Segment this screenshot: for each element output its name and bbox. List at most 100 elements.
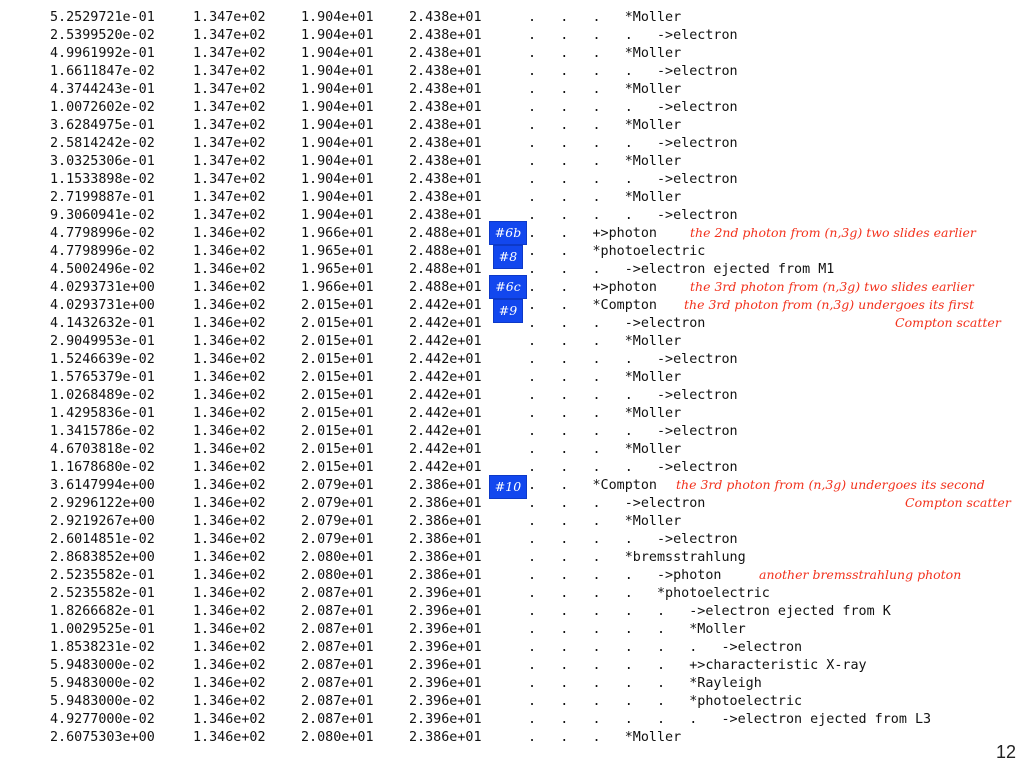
position-y-value: 1.904e+01 [301, 136, 374, 151]
interaction-tree-text: . . . *Moller [528, 46, 682, 61]
table-row: 3.6284975e-01 1.347e+02 1.904e+01 2.438e+01… [0, 117, 1024, 135]
position-y-value: 1.965e+01 [301, 262, 374, 277]
interaction-tree-text: . . . . ->electron [528, 64, 738, 79]
position-x-value: 1.346e+02 [193, 352, 266, 367]
energy-value: 4.1432632e-01 [50, 316, 155, 331]
table-row: 2.9219267e+00 1.346e+02 2.079e+01 2.386e+01… [0, 513, 1024, 531]
position-x-value: 1.347e+02 [193, 82, 266, 97]
table-row: 2.5235582e-01 1.346e+02 2.087e+01 2.396e+01… [0, 585, 1024, 603]
energy-value: 1.1678680e-02 [50, 460, 155, 475]
position-x-value: 1.346e+02 [193, 424, 266, 439]
position-z-value: 2.442e+01 [409, 460, 482, 475]
position-z-value: 2.438e+01 [409, 136, 482, 151]
position-x-value: 1.346e+02 [193, 460, 266, 475]
position-y-value: 2.079e+01 [301, 514, 374, 529]
table-row: 4.9277000e-02 1.346e+02 2.087e+01 2.396e+01… [0, 711, 1024, 729]
position-x-value: 1.346e+02 [193, 334, 266, 349]
energy-value: 2.5235582e-01 [50, 586, 155, 601]
interaction-tree-text: . . . . *photoelectric [528, 586, 770, 601]
table-row: 2.8683852e+00 1.346e+02 2.080e+01 2.386e+01… [0, 549, 1024, 567]
position-y-value: 2.087e+01 [301, 712, 374, 727]
position-y-value: 1.904e+01 [301, 100, 374, 115]
position-y-value: 2.015e+01 [301, 352, 374, 367]
interaction-tree-text: . . . ->electron [528, 316, 706, 331]
position-x-value: 1.346e+02 [193, 694, 266, 709]
position-x-value: 1.346e+02 [193, 568, 266, 583]
annotation-note: Compton scatter [895, 315, 1001, 330]
annotation-note: the 3rd photon from (n,3g) two slides ea… [690, 279, 974, 294]
position-z-value: 2.386e+01 [409, 532, 482, 547]
position-z-value: 2.442e+01 [409, 442, 482, 457]
position-z-value: 2.438e+01 [409, 190, 482, 205]
position-x-value: 1.346e+02 [193, 262, 266, 277]
position-z-value: 2.396e+01 [409, 586, 482, 601]
position-y-value: 2.015e+01 [301, 334, 374, 349]
table-row: 1.0072602e-02 1.347e+02 1.904e+01 2.438e+01… [0, 99, 1024, 117]
table-row: 5.9483000e-02 1.346e+02 2.087e+01 2.396e+01… [0, 657, 1024, 675]
energy-value: 1.0268489e-02 [50, 388, 155, 403]
interaction-tree-text: . . . . . *Rayleigh [528, 676, 762, 691]
position-x-value: 1.347e+02 [193, 208, 266, 223]
position-y-value: 2.087e+01 [301, 640, 374, 655]
position-y-value: 2.087e+01 [301, 604, 374, 619]
interaction-tree-text: . . . *Moller [528, 442, 682, 457]
position-x-value: 1.346e+02 [193, 280, 266, 295]
position-z-value: 2.396e+01 [409, 694, 482, 709]
interaction-tree-text: . . . . ->photon [528, 568, 722, 583]
interaction-tree-text: . . . *Moller [528, 10, 682, 25]
position-x-value: 1.346e+02 [193, 298, 266, 313]
position-x-value: 1.346e+02 [193, 496, 266, 511]
table-row: 2.6014851e-02 1.346e+02 2.079e+01 2.386e+01… [0, 531, 1024, 549]
position-z-value: 2.438e+01 [409, 208, 482, 223]
interaction-tree-text: . . . *Moller [528, 334, 682, 349]
table-row: 4.6703818e-02 1.346e+02 2.015e+01 2.442e+01… [0, 441, 1024, 459]
interaction-tree-text: . . . . . *photoelectric [528, 694, 803, 709]
energy-value: 1.6611847e-02 [50, 64, 155, 79]
position-x-value: 1.346e+02 [193, 532, 266, 547]
table-row: 5.9483000e-02 1.346e+02 2.087e+01 2.396e+01… [0, 675, 1024, 693]
position-y-value: 2.079e+01 [301, 496, 374, 511]
table-row: 1.0268489e-02 1.346e+02 2.015e+01 2.442e+01… [0, 387, 1024, 405]
position-y-value: 1.965e+01 [301, 244, 374, 259]
position-z-value: 2.396e+01 [409, 658, 482, 673]
table-row: 3.0325306e-01 1.347e+02 1.904e+01 2.438e+01… [0, 153, 1024, 171]
position-z-value: 2.438e+01 [409, 64, 482, 79]
step-badge: #6c [490, 276, 526, 298]
energy-value: 2.6014851e-02 [50, 532, 155, 547]
table-row: 1.1533898e-02 1.347e+02 1.904e+01 2.438e+01… [0, 171, 1024, 189]
position-z-value: 2.396e+01 [409, 640, 482, 655]
position-y-value: 2.015e+01 [301, 460, 374, 475]
energy-value: 2.9049953e-01 [50, 334, 155, 349]
annotation-note: the 3rd photon from (n,3g) undergoes its… [684, 297, 975, 312]
table-row: 2.7199887e-01 1.347e+02 1.904e+01 2.438e+01… [0, 189, 1024, 207]
position-x-value: 1.347e+02 [193, 100, 266, 115]
position-x-value: 1.346e+02 [193, 226, 266, 241]
position-z-value: 2.442e+01 [409, 334, 482, 349]
table-row: 1.1678680e-02 1.346e+02 2.015e+01 2.442e+01… [0, 459, 1024, 477]
energy-value: 2.5235582e-01 [50, 568, 155, 583]
position-z-value: 2.442e+01 [409, 424, 482, 439]
interaction-tree-text: . . . *Moller [528, 730, 682, 745]
energy-value: 4.7798996e-02 [50, 226, 155, 241]
energy-value: 4.7798996e-02 [50, 244, 155, 259]
energy-value: 2.9296122e+00 [50, 496, 155, 511]
page-number: 12 [995, 742, 1016, 762]
interaction-tree-text: . . . . ->electron [528, 100, 738, 115]
position-z-value: 2.438e+01 [409, 10, 482, 25]
energy-value: 2.8683852e+00 [50, 550, 155, 565]
energy-value: 2.9219267e+00 [50, 514, 155, 529]
position-x-value: 1.347e+02 [193, 154, 266, 169]
position-z-value: 2.488e+01 [409, 262, 482, 277]
position-x-value: 1.347e+02 [193, 10, 266, 25]
interaction-tree-text: . . . . . +>characteristic X-ray [528, 658, 867, 673]
position-y-value: 1.966e+01 [301, 280, 374, 295]
position-z-value: 2.386e+01 [409, 568, 482, 583]
position-x-value: 1.347e+02 [193, 190, 266, 205]
table-row: 1.3415786e-02 1.346e+02 2.015e+01 2.442e+01… [0, 423, 1024, 441]
position-z-value: 2.438e+01 [409, 82, 482, 97]
position-y-value: 2.079e+01 [301, 478, 374, 493]
step-badge: #8 [494, 246, 522, 268]
position-y-value: 1.904e+01 [301, 46, 374, 61]
table-row: 1.5765379e-01 1.346e+02 2.015e+01 2.442e+01… [0, 369, 1024, 387]
energy-value: 9.3060941e-02 [50, 208, 155, 223]
